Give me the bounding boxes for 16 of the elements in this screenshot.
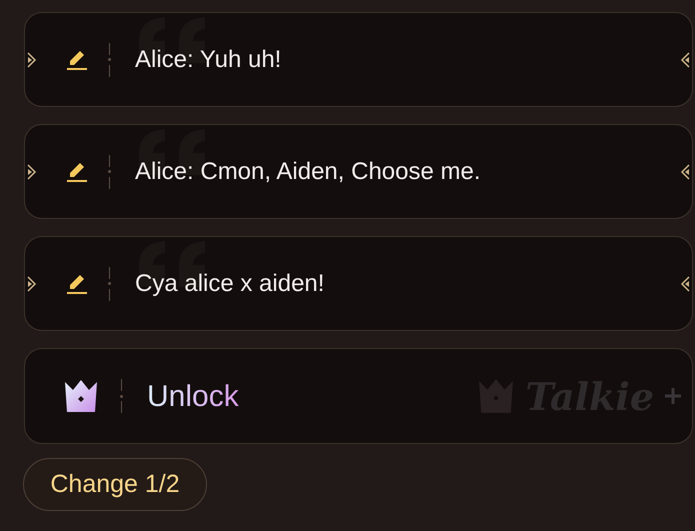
crown-icon [63, 378, 99, 414]
chevron-icon [680, 52, 690, 68]
message-text: Alice: Yuh uh! [135, 44, 282, 74]
chevron-icon [680, 276, 690, 292]
change-button[interactable]: Change 1/2 [23, 458, 207, 511]
message-card[interactable]: Alice: Yuh uh! [24, 12, 693, 107]
message-card[interactable]: Cya alice x aiden! [24, 236, 693, 331]
chevron-icon [27, 52, 37, 68]
plus-icon [664, 387, 682, 405]
message-card[interactable]: Alice: Cmon, Aiden, Choose me. [24, 124, 693, 219]
message-text: Cya alice x aiden! [135, 268, 324, 298]
chevron-icon [27, 276, 37, 292]
message-text: Alice: Cmon, Aiden, Choose me. [135, 156, 481, 186]
chevron-icon [680, 164, 690, 180]
crown-icon [477, 377, 516, 415]
chevron-icon [27, 164, 37, 180]
